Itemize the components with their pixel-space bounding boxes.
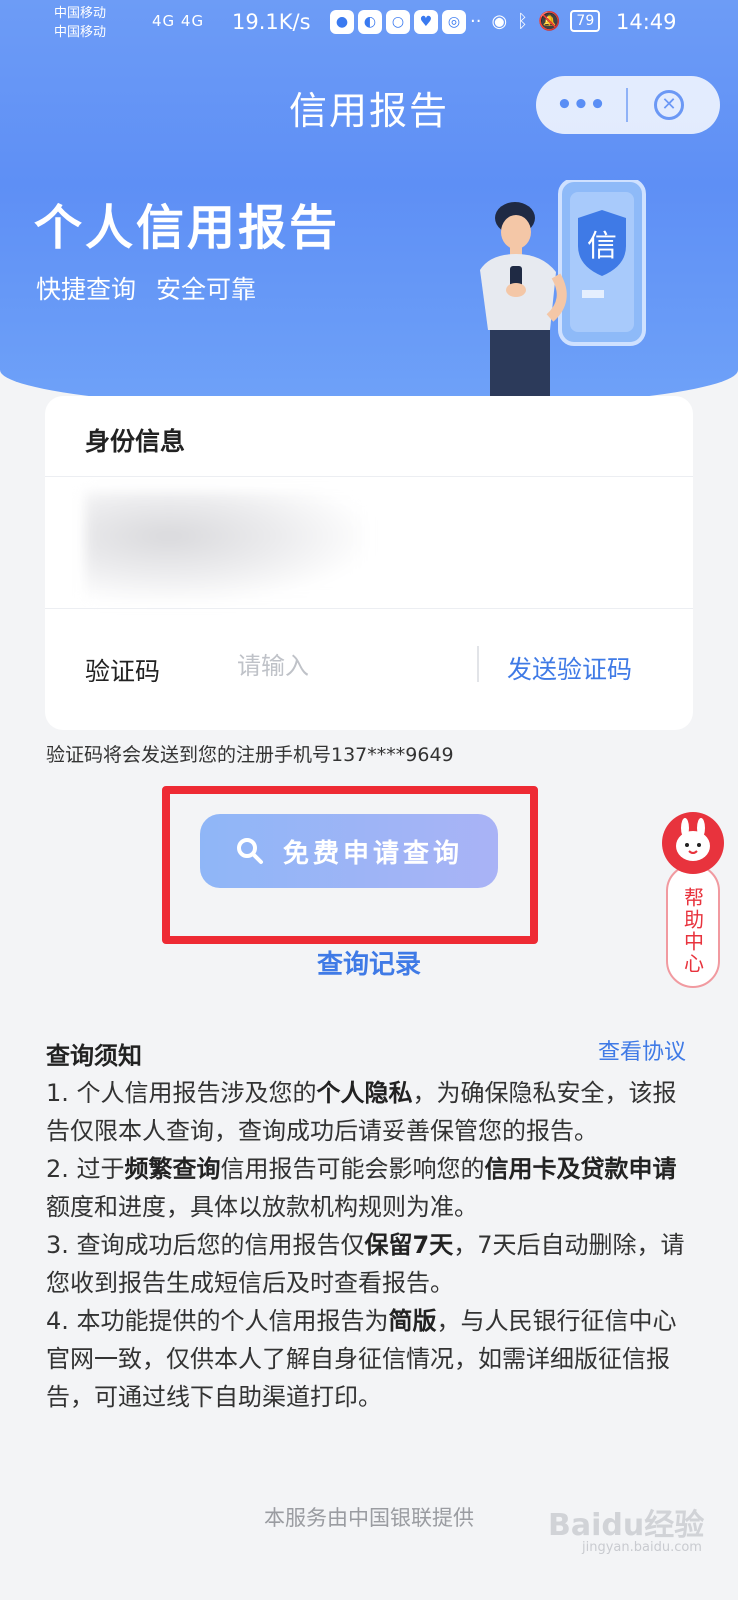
divider — [45, 608, 693, 609]
identity-card: 身份信息 验证码 发送验证码 — [45, 396, 693, 730]
notice-item-2: 2. 过于频繁查询信用报告可能会影响您的信用卡及贷款申请额度和进度，具体以放款机… — [46, 1150, 696, 1226]
query-records-link[interactable]: 查询记录 — [0, 944, 738, 981]
hero-title: 个人信用报告 — [34, 200, 341, 256]
carrier-1: 中国移动 — [54, 6, 107, 21]
notice-text: 1. 个人信用报告涉及您的 — [46, 1079, 317, 1107]
verification-code-input[interactable] — [237, 646, 457, 686]
more-dots-icon: ·· — [470, 10, 482, 32]
free-apply-query-button[interactable]: 免费申请查询 — [200, 814, 498, 888]
notice-text: 2. 过于 — [46, 1155, 125, 1183]
bulb-icon: ◎ — [442, 10, 466, 34]
blurred-identity-info — [85, 492, 365, 602]
capsule-divider — [626, 88, 628, 122]
close-button[interactable]: ✕ — [654, 90, 684, 120]
verification-code-label: 验证码 — [85, 657, 161, 686]
notice-item-4: 4. 本功能提供的个人信用报告为简版，与人民银行征信中心官网一致，仅供本人了解自… — [46, 1302, 696, 1416]
status-bar: 中国移动 中国移动 4G 4G 19.1K/s ● ◐ ○ ♥ ◎ ·· ◉ ᛒ… — [0, 0, 738, 46]
search-icon — [236, 838, 263, 864]
notice-emphasis: 保留7天 — [364, 1231, 454, 1259]
notice-emphasis: 个人隐私 — [316, 1079, 413, 1107]
help-center-label: 帮助中心 — [666, 864, 720, 988]
send-code-button[interactable]: 发送验证码 — [507, 650, 632, 686]
search-app-icon: ○ — [386, 10, 410, 34]
browser-icon: ◐ — [358, 10, 382, 34]
view-agreement-link[interactable]: 查看协议 — [598, 1034, 686, 1066]
signal-icon: 4G 4G — [152, 12, 205, 30]
status-right: ·· ◉ ᛒ 🔕 79 — [470, 10, 601, 32]
help-center-button[interactable]: 帮助中心 — [662, 812, 724, 988]
notice-text: 4. 本功能提供的个人信用报告为 — [46, 1307, 389, 1335]
notice-title: 查询须知 — [46, 1042, 142, 1070]
notice-text: 3. 查询成功后您的信用报告仅 — [46, 1231, 365, 1259]
divider — [477, 646, 479, 682]
rabbit-mascot-icon — [662, 812, 724, 874]
baidu-watermark-url: jingyan.baidu.com — [582, 1540, 702, 1555]
notice-list: 1. 个人信用报告涉及您的个人隐私，为确保隐私安全，该报告仅限本人查询，查询成功… — [46, 1074, 696, 1416]
app-icon: ♥ — [414, 10, 438, 34]
baidu-watermark: Baidu经验 — [548, 1508, 705, 1543]
notice-item-3: 3. 查询成功后您的信用报告仅保留7天，7天后自动删除，请您收到报告生成短信后及… — [46, 1226, 696, 1302]
more-button[interactable]: ••• — [536, 90, 626, 120]
sms-hint: 验证码将会发送到您的注册手机号137****9649 — [46, 744, 454, 766]
notification-icons: ● ◐ ○ ♥ ◎ — [330, 10, 466, 34]
bluetooth-icon: ᛒ — [517, 10, 528, 32]
identity-card-title: 身份信息 — [85, 427, 186, 456]
mini-program-capsule: ••• ✕ — [536, 76, 720, 134]
divider — [45, 476, 693, 477]
hero-subtitle: 快捷查询 安全可靠 — [36, 275, 256, 304]
net-speed: 19.1K/s — [232, 10, 311, 34]
notice-emphasis: 信用卡及贷款申请 — [484, 1155, 677, 1183]
free-apply-query-label: 免费申请查询 — [282, 838, 463, 869]
notice-item-1: 1. 个人信用报告涉及您的个人隐私，为确保隐私安全，该报告仅限本人查询，查询成功… — [46, 1074, 696, 1150]
clock: 14:49 — [616, 10, 677, 34]
person-with-phone-illustration: 信 — [480, 180, 646, 410]
notice-emphasis: 简版 — [388, 1307, 437, 1335]
carrier-2: 中国移动 — [54, 25, 107, 40]
carrier-info: 中国移动 中国移动 — [54, 4, 106, 42]
baidu-icon: ● — [330, 10, 354, 34]
mute-icon: 🔕 — [537, 10, 561, 32]
eye-icon: ◉ — [491, 10, 508, 32]
notice-text: 信用报告可能会影响您的 — [220, 1155, 485, 1183]
hero-banner: 中国移动 中国移动 4G 4G 19.1K/s ● ◐ ○ ♥ ◎ ·· ◉ ᛒ… — [0, 0, 738, 410]
battery-icon: 79 — [570, 10, 601, 32]
notice-emphasis: 频繁查询 — [124, 1155, 221, 1183]
notice-text: 额度和进度，具体以放款机构规则为准。 — [46, 1193, 478, 1221]
shield-badge-text: 信 — [587, 229, 617, 264]
